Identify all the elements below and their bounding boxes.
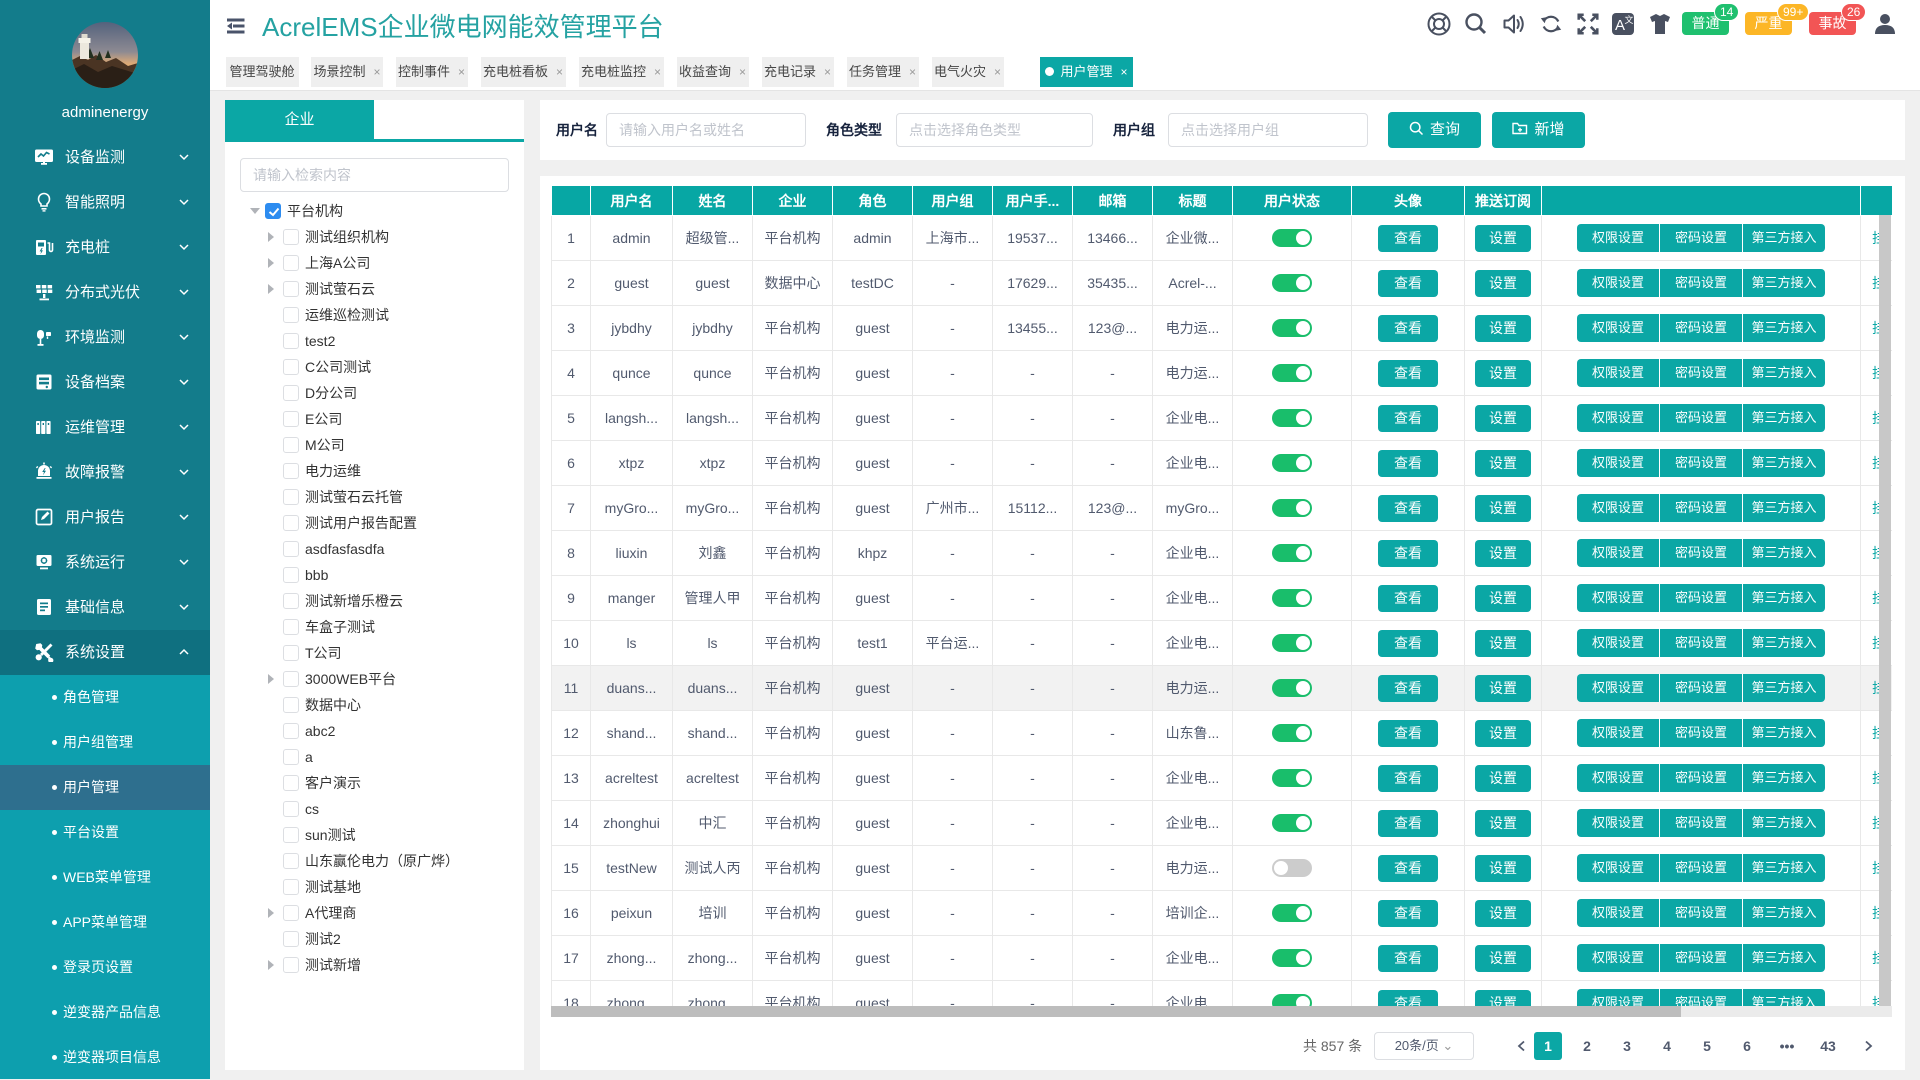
- svg-text:文: 文: [1624, 14, 1633, 25]
